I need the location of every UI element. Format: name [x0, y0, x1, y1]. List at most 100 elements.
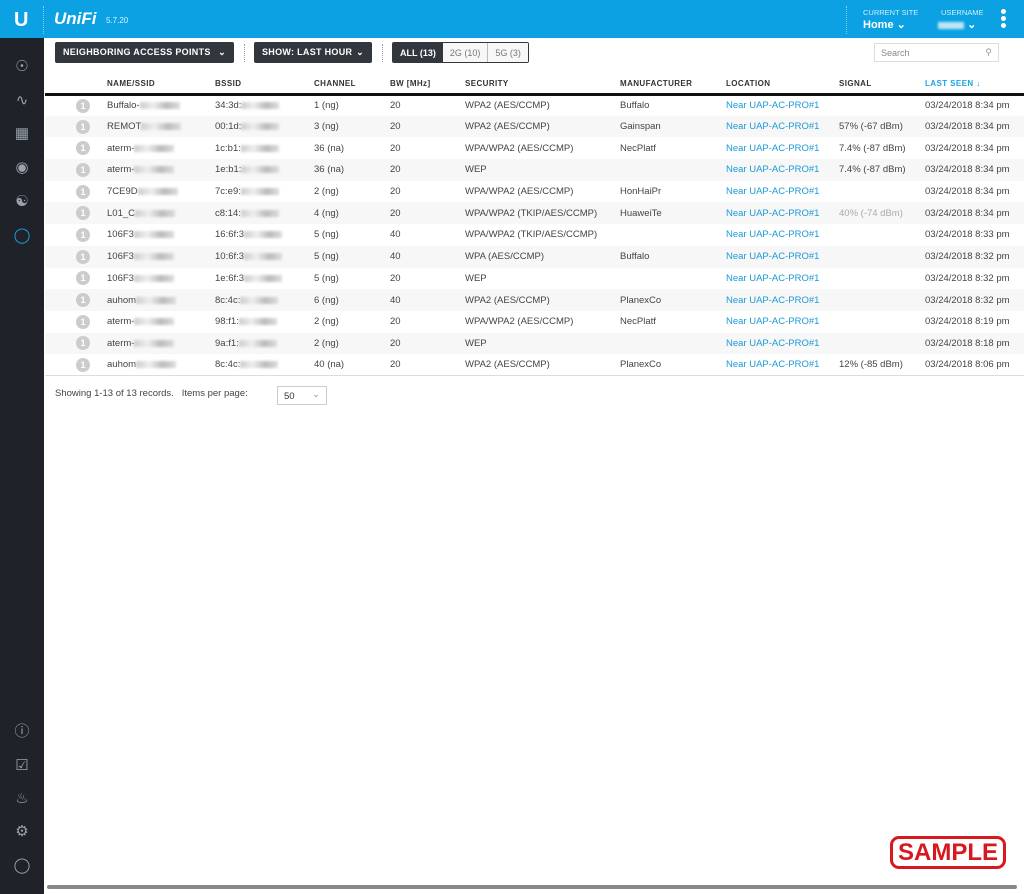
- filter-all[interactable]: ALL (13): [393, 43, 443, 62]
- location-link[interactable]: Near UAP-AC-PRO#1: [726, 137, 839, 159]
- channel: 36 (na): [314, 142, 345, 154]
- table-row[interactable]: 1 Buffalo- 34:3d: 1 (ng) 20 WPA2 (AES/CCMP) Bu…: [45, 94, 1024, 116]
- per-page-label: Items per page:: [181, 388, 248, 399]
- view-dropdown[interactable]: NEIGHBORING ACCESS POINTS ⌄: [55, 42, 234, 63]
- table-row[interactable]: 1 auhom 8c:4c: 40 (na) 20 WPA2 (AES/CCMP) Plan…: [45, 354, 1024, 377]
- items-per-page-select[interactable]: 50 ⌄: [277, 386, 327, 405]
- channel: 6 (ng): [314, 289, 390, 311]
- bell-icon[interactable]: ♨: [12, 789, 32, 809]
- table-row[interactable]: 1 aterm- 9a:f1: 2 (ng) 20 WEP Near UAP-AC-PRO#…: [45, 332, 1024, 355]
- redacted: [141, 123, 182, 131]
- redacted: [134, 339, 175, 347]
- user-menu[interactable]: ⌄: [938, 18, 976, 31]
- table-row[interactable]: 1 106F3 16:6f:3 5 (ng) 40 WPA/WPA2 (TKIP/AES/…: [45, 224, 1024, 246]
- col-manufacturer[interactable]: MANUFACTURER: [620, 75, 726, 96]
- redacted: [241, 166, 280, 174]
- signal: [839, 224, 925, 246]
- location-link[interactable]: Near UAP-AC-PRO#1: [726, 332, 839, 355]
- table-row[interactable]: 1 REMOT 00:1d: 3 (ng) 20 WPA2 (AES/CCMP) Gains…: [45, 115, 1024, 138]
- bandwidth: 20: [390, 332, 465, 355]
- time-range-label: SHOW: LAST HOUR: [262, 47, 353, 57]
- site-selector[interactable]: Home ⌄: [863, 18, 906, 31]
- location-link[interactable]: Near UAP-AC-PRO#1: [726, 94, 839, 116]
- manufacturer: HuaweiTe: [620, 202, 726, 225]
- col-location[interactable]: LOCATION: [726, 75, 839, 96]
- location-link[interactable]: Near UAP-AC-PRO#1: [726, 202, 839, 225]
- map-icon[interactable]: ▦: [12, 124, 32, 144]
- security: WEP: [465, 272, 487, 284]
- info-icon[interactable]: ⓘ: [12, 722, 32, 742]
- location-link[interactable]: Near UAP-AC-PRO#1: [726, 268, 839, 290]
- chat-icon[interactable]: ◯: [12, 856, 32, 876]
- count-badge: 1: [76, 141, 90, 156]
- table-row[interactable]: 1 L01_C c8:14: 4 (ng) 20 WPA/WPA2 (TKIP/AES/C…: [45, 202, 1024, 225]
- main-content: NEIGHBORING ACCESS POINTS ⌄ SHOW: LAST H…: [45, 38, 1024, 894]
- count-badge: 1: [76, 162, 90, 177]
- redacted: [241, 102, 280, 110]
- col-security[interactable]: SECURITY: [465, 75, 620, 96]
- insights-bulb-icon[interactable]: ◯: [12, 226, 32, 246]
- filter-5g[interactable]: 5G (3): [487, 43, 528, 62]
- divider: [846, 6, 847, 34]
- table-row[interactable]: 1 aterm- 1c:b1: 36 (na) 20 WPA/WPA2 (AES/CCMP…: [45, 137, 1024, 159]
- table-row[interactable]: 1 aterm- 1e:b1: 36 (na) 20 WEP Near UAP-AC-PRO…: [45, 159, 1024, 181]
- bssid: 98:f1:: [215, 316, 239, 328]
- statistics-icon[interactable]: ∿: [12, 91, 32, 111]
- location-link[interactable]: Near UAP-AC-PRO#1: [726, 159, 839, 181]
- bandwidth: 20: [390, 272, 401, 284]
- search-input[interactable]: Search ⚲: [874, 43, 999, 62]
- bandwidth: 20: [390, 202, 465, 225]
- location-link[interactable]: Near UAP-AC-PRO#1: [726, 311, 839, 333]
- location-link[interactable]: Near UAP-AC-PRO#1: [726, 224, 839, 246]
- location-link[interactable]: Near UAP-AC-PRO#1: [726, 289, 839, 311]
- signal: 7.4% (-87 dBm): [839, 159, 925, 181]
- bssid: 34:3d:: [215, 100, 242, 112]
- bandwidth: 20: [390, 186, 401, 198]
- channel: 36 (na): [314, 159, 390, 181]
- table-row[interactable]: 1 aterm- 98:f1: 2 (ng) 20 WPA/WPA2 (AES/CCMP)…: [45, 311, 1024, 333]
- col-channel[interactable]: CHANNEL: [314, 75, 390, 96]
- col-name[interactable]: NAME/SSID: [107, 75, 215, 96]
- signal: 12% (-85 dBm): [839, 354, 925, 377]
- current-site-label: CURRENT SITE: [863, 8, 919, 17]
- time-range-dropdown[interactable]: SHOW: LAST HOUR ⌄: [254, 42, 372, 63]
- devices-icon[interactable]: ◉: [12, 158, 32, 178]
- ubiquiti-logo[interactable]: U: [14, 9, 28, 32]
- dashboard-icon[interactable]: ☉: [12, 57, 32, 77]
- bssid: 9a:f1:: [215, 337, 239, 349]
- clients-icon[interactable]: ☯: [12, 192, 32, 212]
- signal: [839, 332, 925, 355]
- location-link[interactable]: Near UAP-AC-PRO#1: [726, 245, 839, 268]
- filter-2g[interactable]: 2G (10): [442, 43, 488, 62]
- ssid: 7CE9D: [107, 186, 138, 198]
- table-row[interactable]: 1 7CE9D 7c:e9: 2 (ng) 20 WPA/WPA2 (AES/CCMP) H…: [45, 181, 1024, 203]
- col-last-seen[interactable]: LAST SEEN ↓: [925, 75, 1024, 96]
- bssid: 00:1d:: [215, 121, 242, 133]
- location-link[interactable]: Near UAP-AC-PRO#1: [726, 115, 839, 138]
- table-row[interactable]: 1 auhom 8c:4c: 6 (ng) 40 WPA2 (AES/CCMP) Plane…: [45, 289, 1024, 311]
- redacted: [238, 339, 277, 347]
- ssid: aterm-: [107, 337, 135, 349]
- col-bssid[interactable]: BSSID: [215, 75, 314, 96]
- redacted: [134, 318, 175, 326]
- username-label: USERNAME: [941, 8, 984, 17]
- location-link[interactable]: Near UAP-AC-PRO#1: [726, 354, 839, 377]
- ssid: aterm-: [107, 142, 135, 154]
- channel: 5 (ng): [314, 245, 390, 268]
- col-signal[interactable]: SIGNAL: [839, 75, 925, 96]
- security: WPA2 (AES/CCMP): [465, 289, 620, 311]
- location-link[interactable]: Near UAP-AC-PRO#1: [726, 181, 839, 203]
- manufacturer: NecPlatf: [620, 142, 656, 154]
- redacted: [133, 274, 174, 282]
- col-bw[interactable]: BW [MHz]: [390, 75, 465, 96]
- chevron-down-icon: ⌄: [356, 47, 364, 57]
- table-row[interactable]: 1 106F3 1e:6f:3 5 (ng) 20 WEP Near UAP-AC-PRO#…: [45, 268, 1024, 290]
- horizontal-scrollbar[interactable]: [47, 885, 1017, 889]
- table-row[interactable]: 1 106F3 10:6f:3 5 (ng) 40 WPA (AES/CCMP) Buffa…: [45, 245, 1024, 268]
- alerts-check-icon[interactable]: ☑: [12, 756, 32, 776]
- more-menu-icon[interactable]: [1001, 9, 1006, 30]
- redacted: [244, 274, 283, 282]
- records-text: Showing 1-13 of 13 records.: [55, 388, 174, 399]
- security: WEP: [465, 159, 620, 181]
- settings-gear-icon[interactable]: ⚙: [12, 822, 32, 842]
